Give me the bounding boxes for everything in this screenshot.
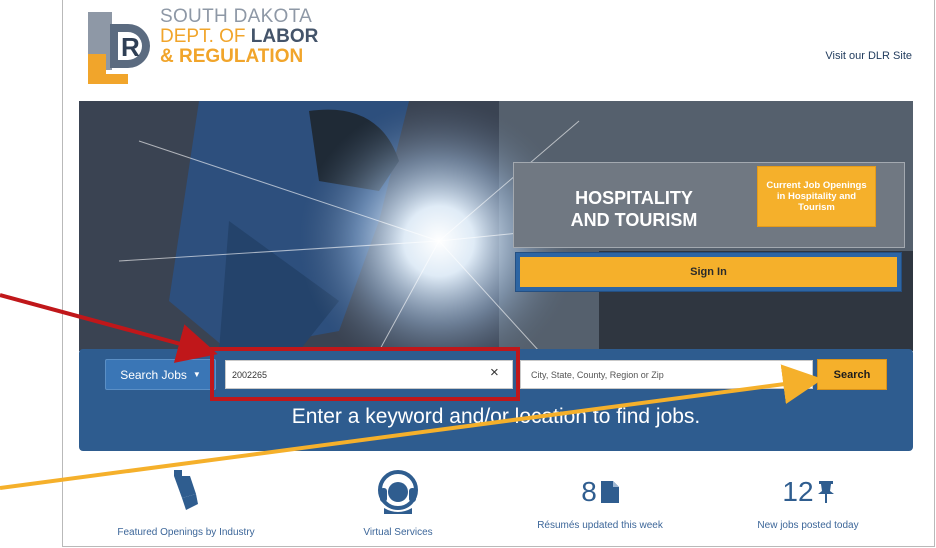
location-input[interactable]: City, State, County, Region or Zip <box>520 360 813 389</box>
feature-label: Résumés updated this week <box>537 520 663 531</box>
feature-new-jobs[interactable]: 12 New jobs posted today <box>733 470 883 532</box>
annotation-highlight-box <box>210 347 520 401</box>
resumes-count: 8 <box>581 476 597 507</box>
document-icon <box>600 481 619 503</box>
caret-down-icon: ▼ <box>192 370 201 379</box>
visit-dlr-link[interactable]: Visit our DLR Site <box>825 50 912 62</box>
svg-text:R: R <box>121 32 140 62</box>
feature-featured-openings[interactable]: Featured Openings by Industry <box>96 470 276 538</box>
pin-icon <box>817 481 834 503</box>
new-jobs-count: 12 <box>782 476 814 507</box>
dlr-logo[interactable]: R <box>88 12 158 84</box>
logo-dept-labor: LABOR <box>250 26 319 47</box>
feature-virtual-services[interactable]: Virtual Services <box>333 470 463 538</box>
logo-text: SOUTH DAKOTA DEPT. OF LABOR & REGULATION <box>160 7 318 67</box>
feature-label: New jobs posted today <box>757 520 859 531</box>
search-button[interactable]: Search <box>817 359 887 390</box>
feature-resumes-updated[interactable]: 8 Résumés updated this week <box>520 470 680 532</box>
panel-title-line1: HOSPITALITY <box>575 188 693 208</box>
search-tagline: Enter a keyword and/or location to find … <box>291 405 701 428</box>
logo-line-dept: DEPT. OF LABOR <box>160 27 318 47</box>
logo-line-regulation: & REGULATION <box>160 46 304 67</box>
hospitality-openings-button[interactable]: Current Job Openings in Hospitality and … <box>757 166 876 227</box>
search-type-label: Search Jobs <box>120 367 187 382</box>
search-type-dropdown[interactable]: Search Jobs ▼ <box>105 359 216 390</box>
logo-dept-prefix: DEPT. OF <box>160 26 251 47</box>
logo-line-state: SOUTH DAKOTA <box>160 6 313 27</box>
panel-title: HOSPITALITY AND TOURISM <box>514 187 754 231</box>
spotlight-icon <box>174 470 198 510</box>
sign-in-button[interactable]: Sign In <box>520 257 897 287</box>
headset-icon <box>378 470 418 514</box>
feature-label: Virtual Services <box>363 527 433 538</box>
hospitality-panel: HOSPITALITY AND TOURISM Current Job Open… <box>513 162 905 248</box>
panel-title-line2: AND TOURISM <box>570 210 698 230</box>
sign-in-container: Sign In <box>515 252 902 292</box>
feature-label: Featured Openings by Industry <box>117 527 255 538</box>
